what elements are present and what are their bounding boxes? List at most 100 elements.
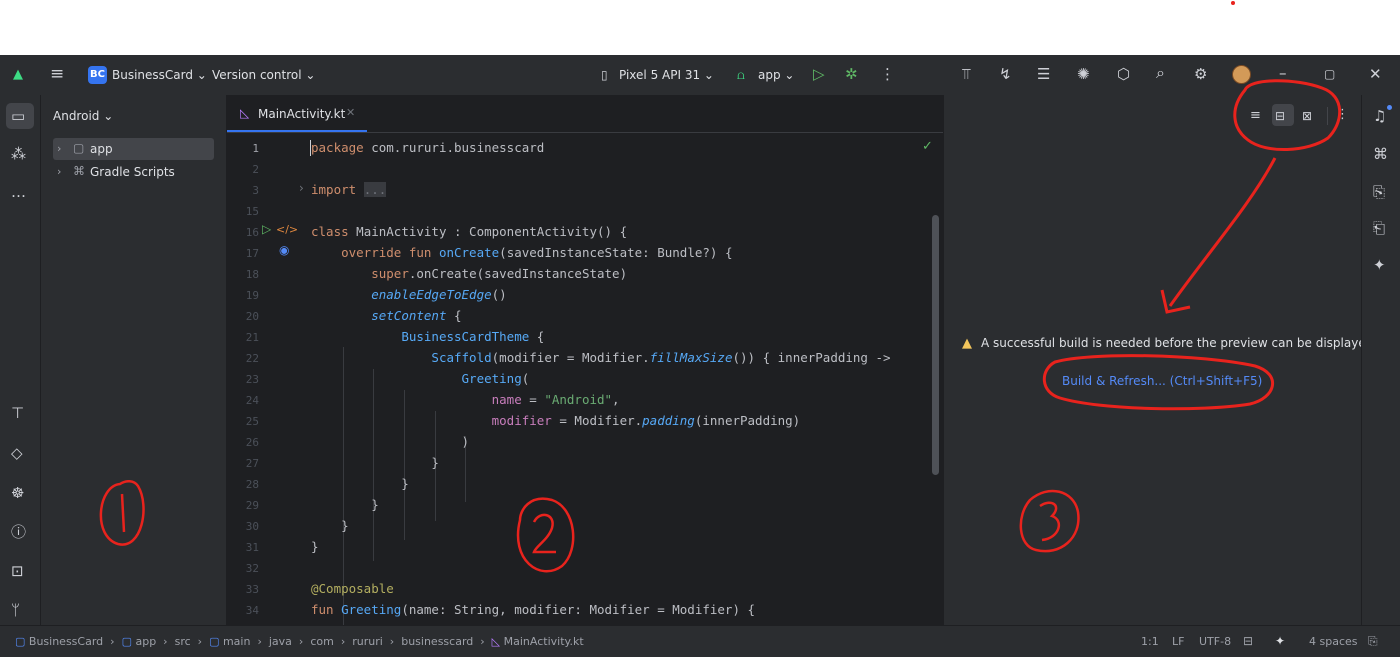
editor-scrollbar[interactable] xyxy=(932,215,939,475)
chevron-right-icon[interactable]: › xyxy=(57,142,61,155)
problems-icon[interactable]: ⓘ xyxy=(11,524,26,540)
gutter-run-icon[interactable]: ▷ xyxy=(262,222,271,236)
split-view-icon[interactable]: ⊟ xyxy=(1275,108,1285,124)
close-window-icon[interactable]: ✕ xyxy=(1369,66,1382,82)
profiler-icon[interactable]: ⫪ xyxy=(962,66,970,82)
code-line-21: BusinessCardTheme { xyxy=(401,329,545,344)
git-branch-icon[interactable]: ᛘ xyxy=(11,602,20,618)
more-tools-icon[interactable]: … xyxy=(11,184,26,200)
gradle-tool-icon[interactable]: ⌘ xyxy=(1373,146,1388,162)
breadcrumb-item[interactable]: main xyxy=(223,635,250,648)
module-icon: ▢ xyxy=(209,635,220,648)
memory-indicator-icon[interactable]: ⊟ xyxy=(1243,634,1253,648)
breadcrumb-item[interactable]: BusinessCard xyxy=(29,635,103,648)
logcat-icon[interactable]: ☸ xyxy=(11,485,24,501)
module-icon: ▢ xyxy=(121,635,132,648)
more-actions-icon[interactable]: ⋮ xyxy=(880,66,895,82)
resource-manager-icon[interactable]: ⁂ xyxy=(11,146,26,162)
breadcrumb-item[interactable]: com xyxy=(310,635,334,648)
breadcrumb-item[interactable]: businesscard xyxy=(401,635,473,648)
kotlin-file-icon: ◺ xyxy=(491,635,501,648)
caret-position[interactable]: 1:1 xyxy=(1141,635,1159,648)
build-hammer-icon[interactable]: ⊤ xyxy=(11,405,24,421)
debug-icon[interactable]: ✲ xyxy=(845,66,858,82)
indent-setting[interactable]: 4 spaces xyxy=(1309,635,1358,648)
run-config-selector[interactable]: app ⌄ xyxy=(758,68,794,82)
override-marker-icon[interactable]: ◉ xyxy=(279,243,289,257)
chevron-right-icon[interactable]: › xyxy=(57,165,61,178)
preview-more-options-icon[interactable]: ⋮ xyxy=(1336,107,1349,123)
line-number: 29 xyxy=(245,499,259,512)
breadcrumb-item[interactable]: rururi xyxy=(352,635,383,648)
text-caret xyxy=(310,140,311,156)
line-number: 24 xyxy=(245,394,259,407)
close-tab-icon[interactable]: ✕ xyxy=(346,106,355,119)
ai-assistant-sparkle-icon[interactable]: ✦ xyxy=(1275,634,1285,648)
gemini-sparkle-icon[interactable]: ✦ xyxy=(1373,257,1386,273)
tree-item-gradle-scripts[interactable]: › ⌘ Gradle Scripts xyxy=(53,161,214,183)
line-number: 28 xyxy=(245,478,259,491)
device-manager-icon[interactable]: ⬡ xyxy=(1117,66,1130,82)
run-icon[interactable]: ▷ xyxy=(813,66,825,82)
project-name-dropdown[interactable]: BusinessCard ⌄ xyxy=(112,68,207,82)
line-number: 20 xyxy=(245,310,259,323)
line-number: 21 xyxy=(245,331,259,344)
breadcrumb: ▢ BusinessCard › ▢ app › src › ▢ main › … xyxy=(15,635,584,648)
line-number: 16 xyxy=(245,226,259,239)
tab-label: MainActivity.kt xyxy=(258,107,346,121)
line-number-gutter: 1 2 3 15 16 17 18 19 20 21 22 23 24 25 2… xyxy=(227,137,307,625)
project-badge[interactable]: BC xyxy=(88,66,107,84)
design-view-icon[interactable]: ⊠ xyxy=(1302,108,1312,124)
notifications-bell-icon[interactable]: ♫ xyxy=(1373,108,1386,124)
line-ending[interactable]: LF xyxy=(1172,635,1184,648)
chevron-right-icon: › xyxy=(476,635,489,648)
line-number: 34 xyxy=(245,604,259,617)
minimize-window-icon[interactable]: – xyxy=(1279,65,1287,81)
code-line-22: Scaffold(modifier = Modifier.fillMaxSize… xyxy=(431,350,891,365)
code-view-icon[interactable]: ≡ xyxy=(1250,108,1261,124)
chevron-right-icon: › xyxy=(159,635,172,648)
code-line-33: @Composable xyxy=(311,581,394,596)
breadcrumb-item[interactable]: src xyxy=(175,635,191,648)
terminal-icon[interactable]: ⊡ xyxy=(11,563,24,579)
line-number: 15 xyxy=(245,205,259,218)
line-number: 27 xyxy=(245,457,259,470)
breadcrumb-item[interactable]: app xyxy=(135,635,156,648)
line-number: 30 xyxy=(245,520,259,533)
device-file-explorer-icon[interactable]: ⎘ xyxy=(1373,184,1385,200)
code-line-3: import ... xyxy=(311,182,387,197)
project-view-dropdown[interactable]: Android ⌄ xyxy=(53,109,113,123)
main-menu-icon[interactable]: ≡ xyxy=(50,66,64,83)
tree-item-label: app xyxy=(90,142,113,156)
breadcrumb-item[interactable]: MainActivity.kt xyxy=(504,635,584,648)
folder-icon[interactable]: ▭ xyxy=(11,108,25,124)
app-inspection-icon[interactable]: ✺ xyxy=(1077,66,1090,82)
lock-file-icon[interactable]: ⎘ xyxy=(1368,634,1378,649)
gem-icon[interactable]: ◇ xyxy=(11,445,23,461)
code-line-31: } xyxy=(311,539,319,554)
toolbar-divider xyxy=(1327,107,1328,125)
search-icon[interactable]: ⌕ xyxy=(1156,65,1165,81)
gutter-compose-icon[interactable]: </> xyxy=(276,223,298,236)
apply-changes-icon[interactable]: ↯ xyxy=(999,66,1012,82)
user-avatar[interactable] xyxy=(1232,65,1251,84)
chevron-right-icon: › xyxy=(194,635,206,648)
code-content[interactable]: package com.rururi.businesscard import .… xyxy=(310,137,911,625)
line-number: 19 xyxy=(245,289,259,302)
device-selector[interactable]: Pixel 5 API 31 ⌄ xyxy=(619,68,714,82)
maximize-window-icon[interactable]: ▢ xyxy=(1324,66,1335,82)
running-devices-icon[interactable]: ⎗ xyxy=(1373,220,1385,236)
code-line-26: ) xyxy=(311,434,470,449)
sync-gradle-icon[interactable]: ☰ xyxy=(1037,66,1050,82)
settings-gear-icon[interactable]: ⚙ xyxy=(1194,66,1207,82)
build-and-refresh-link[interactable]: Build & Refresh... (Ctrl+Shift+F5) xyxy=(1062,374,1262,388)
no-problems-check-icon[interactable]: ✓ xyxy=(922,139,933,154)
version-control-dropdown[interactable]: Version control ⌄ xyxy=(212,68,315,82)
line-number: 25 xyxy=(245,415,259,428)
tab-mainactivity[interactable]: ◺ MainActivity.kt ✕ xyxy=(227,95,367,132)
module-icon: ▢ xyxy=(15,635,26,648)
file-encoding[interactable]: UTF-8 xyxy=(1199,635,1231,648)
tree-item-app[interactable]: › ▢ app xyxy=(53,138,214,160)
breadcrumb-item[interactable]: java xyxy=(269,635,292,648)
fold-chevron-icon[interactable]: › xyxy=(299,181,304,195)
